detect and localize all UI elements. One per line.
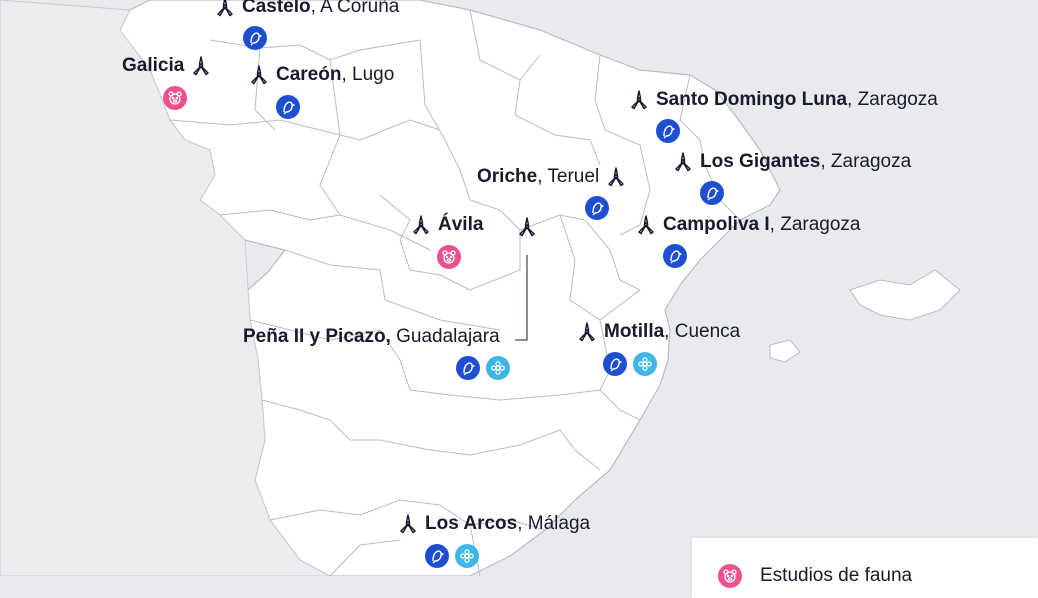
bird-icon <box>432 550 444 564</box>
site-region: , A Coruña <box>310 0 400 17</box>
bird-badge <box>243 26 267 50</box>
wind-turbine-icon <box>631 90 647 110</box>
flower-icon <box>491 361 505 375</box>
site-region: Guadalajara <box>390 326 500 347</box>
bird-badge <box>700 181 724 205</box>
site-name: Motilla <box>604 321 665 342</box>
bird-icon <box>670 250 682 264</box>
site-santo-domingo[interactable]: Santo Domingo Luna, Zaragoza <box>628 89 938 111</box>
site-campoliva[interactable]: Campoliva I, Zaragoza <box>635 214 860 236</box>
mammal-badge <box>718 564 742 588</box>
bird-icon <box>250 32 262 46</box>
galicia-badges <box>163 86 187 110</box>
wind-turbine-icon <box>251 65 267 85</box>
legend: Estudios de fauna <box>692 538 1038 598</box>
wind-turbine-icon <box>675 152 691 172</box>
bear-face-icon <box>723 569 737 583</box>
balearic-shape <box>849 269 961 321</box>
flower-icon <box>460 549 474 563</box>
site-pena[interactable]: Peña II y Picazo, Guadalajara <box>243 326 500 348</box>
site-region: , Lugo <box>341 64 395 85</box>
bird-badge <box>276 95 300 119</box>
legend-item-fauna: Estudios de fauna <box>718 564 912 588</box>
site-careon[interactable]: Careón, Lugo <box>248 64 394 86</box>
oriche-badges <box>585 196 609 220</box>
spain-map <box>0 0 961 576</box>
bird-icon <box>283 101 295 115</box>
ibiza-shape <box>769 339 801 363</box>
site-region: , Zaragoza <box>820 151 912 172</box>
legend-label: Estudios de fauna <box>760 565 913 586</box>
wind-turbine-icon <box>608 167 624 187</box>
site-name: Peña II y Picazo, <box>243 326 391 347</box>
bird-icon <box>663 125 675 139</box>
site-motilla[interactable]: Motilla, Cuenca <box>576 321 740 343</box>
wind-turbine-icon <box>413 215 429 235</box>
bird-badge <box>425 544 449 568</box>
los-arcos-badges <box>425 544 479 568</box>
site-galicia[interactable]: Galicia <box>122 55 212 77</box>
site-los-arcos[interactable]: Los Arcos, Málaga <box>397 513 590 535</box>
motilla-badges <box>603 352 657 376</box>
site-region: , Teruel <box>537 166 600 187</box>
site-region: , Zaragoza <box>847 89 938 110</box>
site-name: Ávila <box>438 214 484 235</box>
site-name: Santo Domingo Luna <box>656 89 848 110</box>
avila-badges <box>437 245 461 269</box>
wind-turbine-icon <box>519 217 535 237</box>
site-region: , Málaga <box>517 513 591 534</box>
bird-badge <box>585 196 609 220</box>
castelo-badges <box>243 26 267 50</box>
site-name: Oriche <box>477 166 538 187</box>
site-los-gigantes[interactable]: Los Gigantes, Zaragoza <box>672 151 911 173</box>
flower-badge <box>633 352 657 376</box>
site-region: , Zaragoza <box>769 214 861 235</box>
wind-turbine-icon <box>193 56 210 76</box>
site-name: Campoliva I <box>663 214 770 235</box>
santo-domingo-badges <box>656 119 680 143</box>
site-name: Los Gigantes <box>700 151 821 172</box>
bear-face-icon <box>442 250 456 264</box>
wind-turbine-icon <box>638 215 654 235</box>
site-name: Castelo <box>242 0 311 17</box>
bird-icon <box>610 358 622 372</box>
wind-turbine-icon <box>217 0 233 17</box>
flower-badge <box>455 544 479 568</box>
bird-icon <box>592 202 604 216</box>
mammal-badge <box>163 86 187 110</box>
site-avila[interactable]: Ávila <box>410 214 483 236</box>
site-name: Careón <box>276 64 342 85</box>
pena-badges <box>456 356 510 380</box>
bird-icon <box>707 187 719 201</box>
site-region: , Cuenca <box>664 321 741 342</box>
bird-icon <box>463 362 475 376</box>
site-name: Galicia <box>122 55 185 76</box>
bird-badge <box>456 356 480 380</box>
bear-face-icon <box>168 91 182 105</box>
bird-badge <box>603 352 627 376</box>
bird-badge <box>663 244 687 268</box>
site-castelo[interactable]: Castelo, A Coruña <box>214 0 399 18</box>
wind-turbine-icon <box>579 322 595 342</box>
site-name: Los Arcos <box>425 513 518 534</box>
mammal-badge <box>437 245 461 269</box>
los-gigantes-badges <box>700 181 724 205</box>
bird-badge <box>656 119 680 143</box>
wind-turbine-icon <box>400 514 416 534</box>
site-oriche[interactable]: Oriche, Teruel <box>477 166 627 188</box>
flower-badge <box>486 356 510 380</box>
careon-badges <box>276 95 300 119</box>
flower-icon <box>638 357 652 371</box>
campoliva-badges <box>663 244 687 268</box>
